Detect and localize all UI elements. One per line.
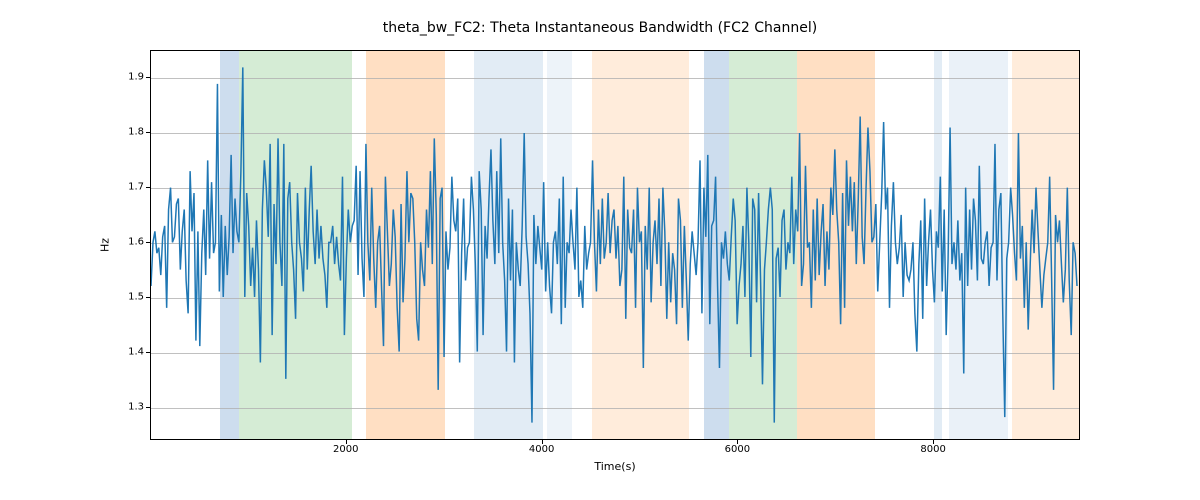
- x-tick-label: 6000: [725, 444, 750, 455]
- y-tick-label: 1.8: [128, 127, 144, 138]
- y-tick-mark: [146, 297, 150, 298]
- y-tick-mark: [146, 242, 150, 243]
- y-axis-label: Hz: [99, 238, 112, 252]
- y-tick-label: 1.6: [128, 237, 144, 248]
- chart-title: theta_bw_FC2: Theta Instantaneous Bandwi…: [0, 20, 1200, 36]
- x-axis-label: Time(s): [150, 460, 1080, 473]
- line-plot-svg: [151, 51, 1079, 439]
- y-tick-mark: [146, 352, 150, 353]
- x-tick-label: 4000: [529, 444, 554, 455]
- x-tick-label: 8000: [920, 444, 945, 455]
- y-tick-mark: [146, 77, 150, 78]
- y-tick-label: 1.9: [128, 72, 144, 83]
- chart-figure: theta_bw_FC2: Theta Instantaneous Bandwi…: [0, 0, 1200, 500]
- x-tick-mark: [933, 440, 934, 444]
- y-tick-mark: [146, 407, 150, 408]
- y-tick-label: 1.4: [128, 347, 144, 358]
- series-line: [151, 67, 1077, 422]
- x-tick-mark: [346, 440, 347, 444]
- y-tick-mark: [146, 187, 150, 188]
- chart-axes: [150, 50, 1080, 440]
- y-tick-label: 1.3: [128, 402, 144, 413]
- x-tick-mark: [737, 440, 738, 444]
- y-tick-label: 1.7: [128, 182, 144, 193]
- y-tick-label: 1.5: [128, 292, 144, 303]
- x-tick-mark: [542, 440, 543, 444]
- x-tick-label: 2000: [333, 444, 358, 455]
- y-tick-mark: [146, 132, 150, 133]
